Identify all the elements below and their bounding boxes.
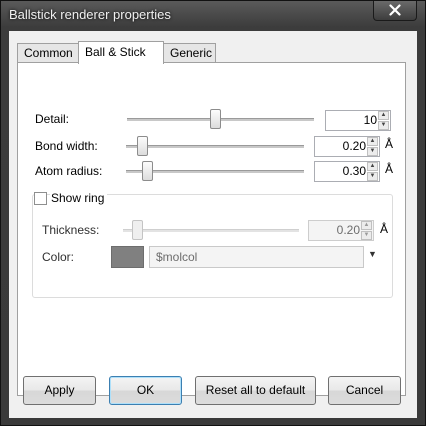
atom-radius-spinbox[interactable]: 0.30 ▲ ▼ bbox=[314, 161, 380, 182]
title-bar[interactable]: Ballstick renderer properties bbox=[1, 1, 425, 31]
cancel-button[interactable]: Cancel bbox=[328, 376, 401, 405]
bond-width-unit: Å bbox=[385, 137, 394, 151]
bond-width-spinbox[interactable]: 0.20 ▲ ▼ bbox=[314, 136, 380, 157]
spin-up-icon[interactable]: ▲ bbox=[361, 221, 372, 230]
dialog-window: Ballstick renderer properties Common Bal… bbox=[0, 0, 426, 426]
color-label: Color: bbox=[42, 250, 75, 264]
atom-radius-unit: Å bbox=[385, 162, 394, 176]
show-ring-checkbox[interactable] bbox=[34, 192, 47, 205]
detail-spinbox[interactable]: 10 ▲ ▼ bbox=[325, 110, 391, 131]
color-combobox[interactable]: $molcol bbox=[149, 246, 364, 268]
thickness-label: Thickness: bbox=[42, 223, 100, 237]
thickness-spinbox[interactable]: 0.20 ▲ ▼ bbox=[308, 220, 374, 241]
ball-stick-panel: Detail: 10 ▲ ▼ Bond width: 0.20 ▲ ▼ Å At… bbox=[17, 62, 406, 396]
spin-up-icon[interactable]: ▲ bbox=[378, 111, 389, 120]
atom-radius-spin-arrows: ▲ ▼ bbox=[367, 162, 379, 181]
close-button[interactable] bbox=[373, 1, 417, 21]
dialog-client: Common Ball & Stick Generic Detail: 10 ▲… bbox=[9, 31, 417, 418]
atom-radius-label: Atom radius: bbox=[35, 164, 103, 178]
atom-radius-value: 0.30 bbox=[342, 164, 366, 178]
thickness-slider-thumb[interactable] bbox=[132, 220, 144, 240]
thickness-spin-arrows: ▲ ▼ bbox=[361, 221, 373, 240]
tab-common[interactable]: Common bbox=[17, 43, 79, 63]
detail-value: 10 bbox=[363, 113, 377, 127]
thickness-slider[interactable] bbox=[123, 220, 299, 240]
chevron-down-icon[interactable]: ▼ bbox=[368, 249, 377, 259]
show-ring-label[interactable]: Show ring bbox=[50, 191, 108, 205]
spin-down-icon[interactable]: ▼ bbox=[367, 147, 378, 156]
spin-down-icon[interactable]: ▼ bbox=[378, 121, 389, 130]
thickness-slider-track bbox=[123, 229, 299, 232]
atom-radius-slider-thumb[interactable] bbox=[142, 161, 154, 181]
detail-label: Detail: bbox=[35, 112, 70, 126]
bond-width-slider[interactable] bbox=[126, 136, 304, 156]
window-title: Ballstick renderer properties bbox=[9, 7, 171, 22]
spin-up-icon[interactable]: ▲ bbox=[367, 137, 378, 146]
close-icon bbox=[389, 4, 401, 16]
bond-width-slider-thumb[interactable] bbox=[137, 136, 149, 156]
tab-generic[interactable]: Generic bbox=[163, 43, 216, 63]
color-swatch-button[interactable] bbox=[111, 246, 144, 268]
detail-slider[interactable] bbox=[127, 109, 314, 129]
spin-down-icon[interactable]: ▼ bbox=[367, 172, 378, 181]
atom-radius-slider[interactable] bbox=[126, 161, 304, 181]
bond-width-spin-arrows: ▲ ▼ bbox=[367, 137, 379, 156]
color-combobox-value: $molcol bbox=[156, 250, 198, 264]
thickness-value: 0.20 bbox=[336, 223, 360, 237]
bond-width-label: Bond width: bbox=[35, 139, 98, 153]
tab-ball-stick[interactable]: Ball & Stick bbox=[78, 41, 164, 64]
spin-down-icon[interactable]: ▼ bbox=[361, 231, 372, 240]
apply-button[interactable]: Apply bbox=[23, 376, 96, 405]
bond-width-slider-track bbox=[126, 145, 304, 148]
reset-all-button[interactable]: Reset all to default bbox=[195, 376, 316, 405]
thickness-unit: Å bbox=[380, 222, 389, 236]
bond-width-value: 0.20 bbox=[342, 139, 366, 153]
spin-up-icon[interactable]: ▲ bbox=[367, 162, 378, 171]
ok-button[interactable]: OK bbox=[109, 376, 182, 405]
detail-slider-thumb[interactable] bbox=[209, 109, 221, 129]
detail-spin-arrows: ▲ ▼ bbox=[378, 111, 390, 130]
